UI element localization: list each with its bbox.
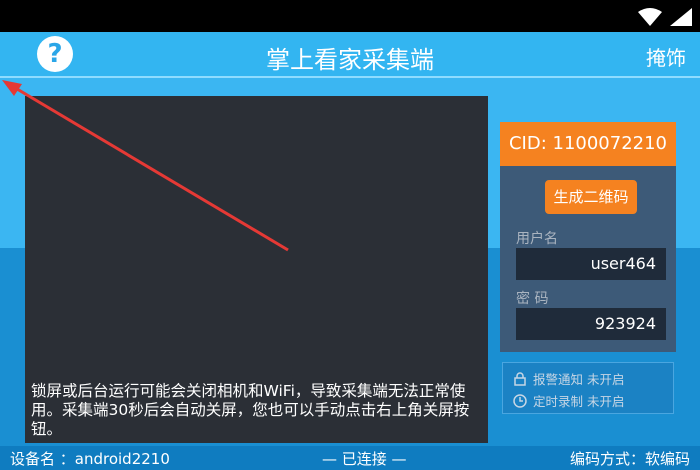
device-name: 设备名 ：android2210 [10,450,170,468]
footer-bar: 设备名 ：android2210 — 已连接 — 编码方式：软编码 [0,446,700,470]
system-status-bar [0,0,700,32]
alarm-notify-label: 报警通知 未开启 [533,372,625,387]
preview-warning-message: 锁屏或后台运行可能会关闭相机和WiFi，导致采集端无法正常使用。采集端30秒后会… [31,382,470,438]
signal-icon [670,8,692,26]
hide-screen-button[interactable]: 掩饰 [646,42,686,71]
encoding-mode: 编码方式：软编码 [569,450,690,468]
account-panel: CID: 1100072210 生成二维码 用户名 user464 密 码 92… [500,122,676,352]
wifi-icon [638,8,662,26]
notification-box[interactable]: 报警通知 未开启 定时录制 未开启 [502,362,674,414]
password-field: 923924 [516,308,666,340]
clock-icon [513,393,527,408]
schedule-record-label: 定时录制 未开启 [533,394,625,409]
page-title: 掌上看家采集端 [266,46,434,74]
generate-qr-button[interactable]: 生成二维码 [545,180,637,214]
cid-label: CID: 1100072210 [500,122,676,166]
password-label: 密 码 [516,291,549,307]
camera-preview: 锁屏或后台运行可能会关闭相机和WiFi，导致采集端无法正常使用。采集端30秒后会… [25,96,488,443]
lock-icon [514,371,526,386]
schedule-record-row[interactable]: 定时录制 未开启 [513,391,624,410]
app-header: ? 掌上看家采集端 掩饰 [0,32,700,76]
alarm-notify-row[interactable]: 报警通知 未开启 [513,369,624,388]
username-label: 用户名 [516,231,558,247]
connection-status: — 已连接 — [322,450,407,468]
help-button[interactable]: ? [37,36,73,72]
username-field: user464 [516,248,666,280]
